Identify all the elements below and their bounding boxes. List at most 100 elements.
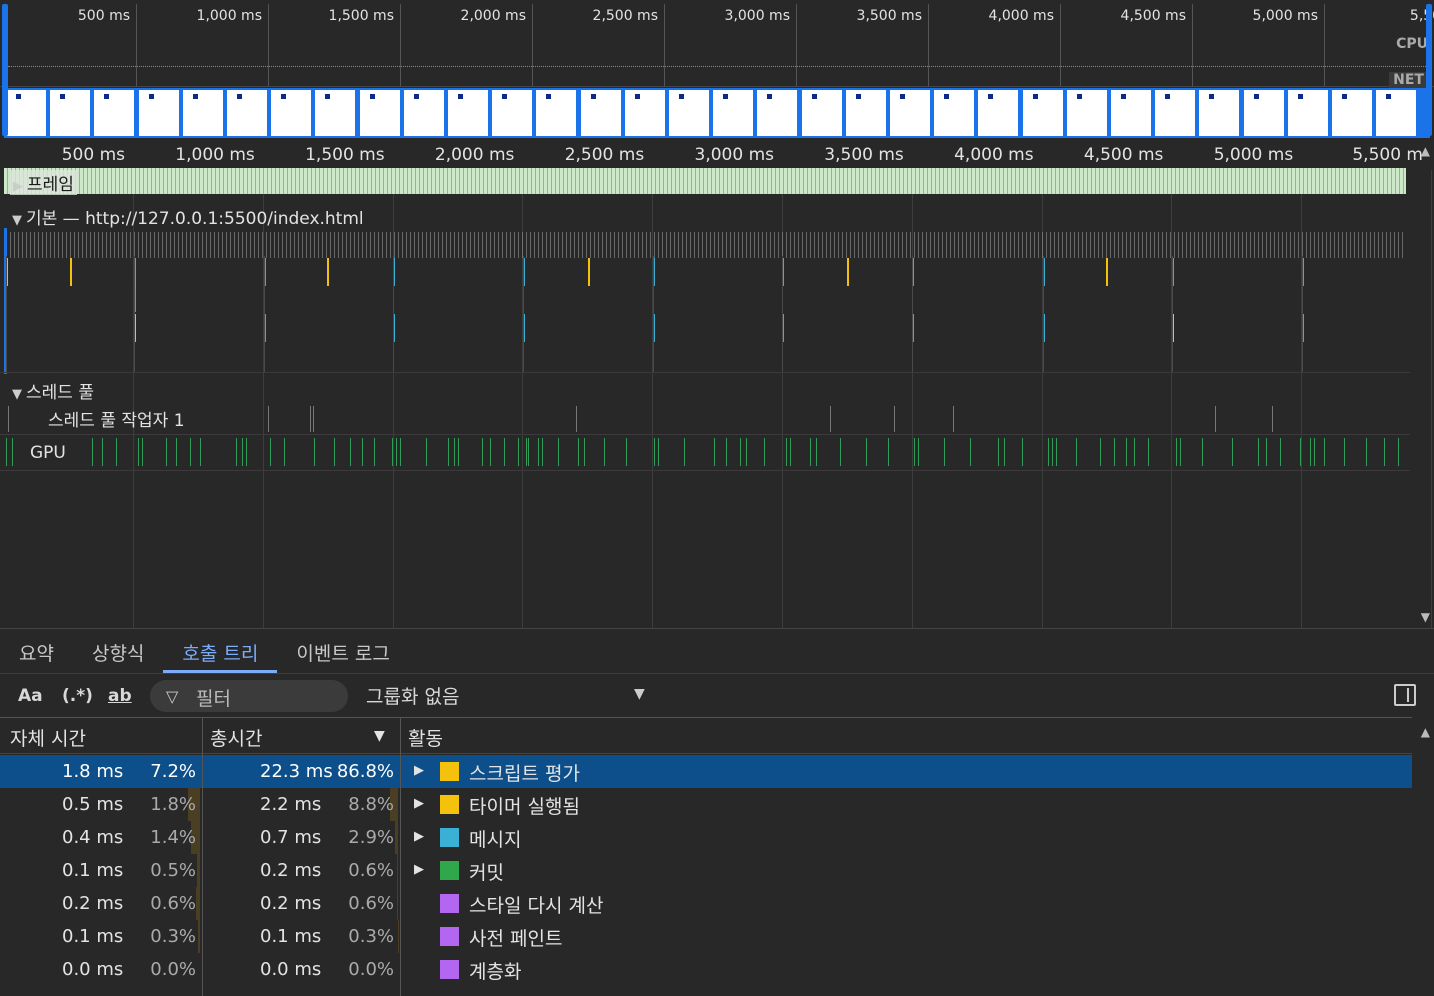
screenshot-thumbnail[interactable] — [890, 90, 930, 136]
gpu-task-bar[interactable] — [102, 438, 103, 466]
gpu-task-bar[interactable] — [1180, 438, 1181, 466]
whole-word-button[interactable]: ab — [108, 686, 132, 706]
tab-event-log[interactable]: 이벤트 로그 — [277, 629, 408, 673]
gpu-task-bar[interactable] — [584, 438, 585, 466]
screenshot-thumbnail[interactable] — [1155, 90, 1196, 136]
gpu-task-bar[interactable] — [1266, 438, 1267, 466]
gpu-task-bar[interactable] — [12, 438, 13, 466]
gpu-task-bar[interactable] — [526, 438, 527, 466]
gpu-task-bar[interactable] — [270, 438, 271, 466]
gpu-task-bar[interactable] — [866, 438, 867, 466]
gpu-task-bar[interactable] — [558, 438, 559, 466]
screenshot-thumbnail[interactable] — [978, 90, 1019, 136]
gpu-task-bar[interactable] — [604, 438, 605, 466]
gpu-task-bar[interactable] — [482, 438, 483, 466]
screenshot-thumbnail[interactable] — [801, 90, 842, 136]
screenshot-thumbnail[interactable] — [227, 90, 267, 136]
gpu-task-bar[interactable] — [746, 438, 747, 466]
gpu-task-bar[interactable] — [1114, 438, 1115, 466]
gpu-task-bar[interactable] — [504, 438, 505, 466]
gpu-task-bar[interactable] — [1052, 438, 1053, 466]
gpu-task-bar[interactable] — [786, 438, 787, 466]
timeline-overview[interactable]: 500 ms 1,000 ms 1,500 ms 2,000 ms 2,500 ms 3,… — [0, 0, 1434, 140]
gpu-task-bar[interactable] — [764, 438, 765, 466]
expand-arrow-icon[interactable]: ▶ — [414, 763, 424, 778]
gpu-task-bar[interactable] — [626, 438, 627, 466]
gpu-task-bar[interactable] — [392, 438, 393, 466]
gpu-task-bar[interactable] — [888, 438, 889, 466]
screenshot-thumbnail[interactable] — [1376, 90, 1417, 136]
gpu-task-bar[interactable] — [138, 438, 139, 466]
selection-end-handle[interactable] — [1426, 4, 1432, 136]
gpu-task-bar[interactable] — [176, 438, 177, 466]
screenshot-thumbnail[interactable] — [1199, 90, 1240, 136]
gpu-task-bar[interactable] — [518, 438, 519, 466]
expand-arrow-icon[interactable]: ▶ — [414, 862, 424, 877]
gpu-task-bar[interactable] — [166, 438, 167, 466]
screenshot-thumbnail[interactable] — [713, 90, 754, 136]
gpu-task-bar[interactable] — [246, 438, 247, 466]
activity-header[interactable]: 활동 — [408, 724, 443, 751]
screenshot-thumbnail[interactable] — [6, 90, 46, 136]
gpu-task-bar[interactable] — [1344, 438, 1345, 466]
task-bar[interactable] — [588, 258, 590, 286]
gpu-task-bar[interactable] — [726, 438, 727, 466]
gpu-task-bar[interactable] — [448, 438, 449, 466]
gpu-task-bar[interactable] — [1076, 438, 1077, 466]
gpu-task-bar[interactable] — [350, 438, 351, 466]
scroll-up-arrow-icon[interactable]: ▲ — [1421, 144, 1430, 158]
tab-call-tree[interactable]: 호출 트리 — [163, 629, 278, 673]
table-row[interactable]: 0.1 ms 0.5% 0.2 ms 0.6% ▶ 커밋 — [0, 854, 1412, 887]
gpu-task-bar[interactable] — [490, 438, 491, 466]
gpu-task-bar[interactable] — [1056, 438, 1057, 466]
gpu-task-bar[interactable] — [542, 438, 543, 466]
table-row[interactable]: 0.2 ms 0.6% 0.2 ms 0.6% 스타일 다시 계산 — [0, 887, 1412, 920]
screenshot-thumbnail[interactable] — [1332, 90, 1372, 136]
screenshot-thumbnail[interactable] — [580, 90, 621, 136]
screenshot-thumbnail[interactable] — [536, 90, 577, 136]
gpu-task-bar[interactable] — [6, 438, 7, 466]
gpu-task-bar[interactable] — [790, 438, 791, 466]
gpu-task-bar[interactable] — [190, 438, 191, 466]
screenshot-thumbnail[interactable] — [934, 90, 975, 136]
gpu-track[interactable] — [4, 438, 1408, 470]
gpu-task-bar[interactable] — [1100, 438, 1101, 466]
gpu-task-bar[interactable] — [538, 438, 539, 466]
total-time-header[interactable]: 총시간 — [210, 724, 262, 751]
gpu-task-bar[interactable] — [454, 438, 455, 466]
gpu-task-bar[interactable] — [92, 438, 93, 466]
table-row[interactable]: 0.5 ms 1.8% 2.2 ms 8.8% ▶ 타이머 실행됨 — [0, 788, 1412, 821]
screenshot-thumbnail[interactable] — [757, 90, 798, 136]
task-bar[interactable] — [327, 258, 329, 286]
screenshot-thumbnail[interactable] — [182, 90, 223, 136]
column-divider[interactable] — [202, 718, 203, 996]
table-row[interactable]: 0.1 ms 0.3% 0.1 ms 0.3% 사전 페인트 — [0, 920, 1412, 953]
task-bar[interactable] — [847, 258, 849, 286]
thread-pool-worker-header[interactable]: 스레드 풀 작업자 1 — [48, 406, 185, 431]
thread-pool-header[interactable]: ▼ 스레드 풀 — [12, 378, 94, 403]
gpu-task-bar[interactable] — [426, 438, 427, 466]
worker-task-bar[interactable] — [953, 406, 954, 432]
gpu-task-bar[interactable] — [1176, 438, 1177, 466]
gpu-task-bar[interactable] — [1232, 438, 1233, 466]
gpu-task-bar[interactable] — [528, 438, 529, 466]
gpu-task-bar[interactable] — [816, 438, 817, 466]
gpu-task-bar[interactable] — [1022, 438, 1023, 466]
screenshot-thumbnail[interactable] — [1287, 90, 1328, 136]
group-by-select[interactable]: 그룹화 없음 — [366, 682, 459, 709]
gpu-task-bar[interactable] — [458, 438, 459, 466]
chevron-down-icon[interactable]: ▼ — [634, 686, 645, 702]
worker-task-bar[interactable] — [576, 406, 577, 432]
gpu-task-bar[interactable] — [1398, 438, 1399, 466]
match-case-button[interactable]: Aa — [18, 686, 43, 706]
self-time-header[interactable]: 자체 시간 — [10, 724, 86, 751]
flame-chart[interactable]: 500 ms 1,000 ms 1,500 ms 2,000 ms 2,500 ms 3,… — [0, 140, 1434, 628]
gpu-task-bar[interactable] — [840, 438, 841, 466]
sort-descending-icon[interactable]: ▼ — [374, 728, 385, 744]
gpu-task-bar[interactable] — [1048, 438, 1049, 466]
screenshot-thumbnail[interactable] — [359, 90, 400, 136]
gpu-task-bar[interactable] — [914, 438, 915, 466]
gpu-task-bar[interactable] — [684, 438, 685, 466]
gpu-task-bar[interactable] — [362, 438, 363, 466]
screenshot-thumbnail[interactable] — [1243, 90, 1284, 136]
